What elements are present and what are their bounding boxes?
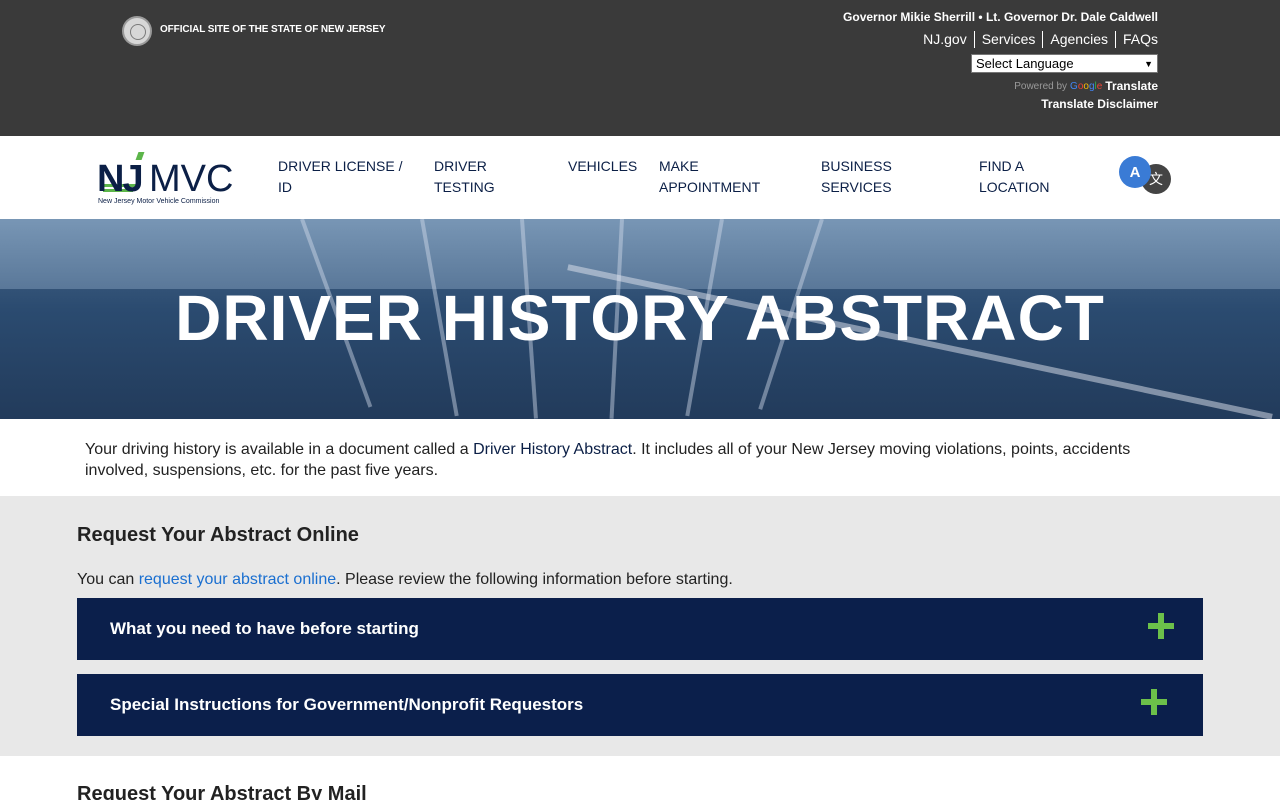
logo-mvc-text: MVC [149, 158, 234, 200]
nav-find-location[interactable]: Find A Location [979, 156, 1050, 198]
official-site-label: OFFICIAL SITE OF THE STATE OF NEW JERSEY [160, 24, 386, 35]
accordion-special-instructions[interactable]: Special Instructions for Government/Nonp… [77, 674, 1203, 736]
nj-seal-icon [122, 16, 152, 46]
accordion-label: What you need to have before starting [110, 619, 419, 638]
njmvc-logo[interactable]: NJ MVC New Jersey Motor Vehicle Commissi… [97, 146, 247, 210]
nav-label-line2: Testing [434, 179, 495, 195]
online-text: You can [77, 571, 139, 588]
nav-driver-testing[interactable]: Driver Testing [434, 156, 495, 198]
chevron-down-icon: ▼ [1144, 58, 1153, 69]
logo-subtitle: New Jersey Motor Vehicle Commission [98, 198, 220, 205]
translate-link[interactable]: Translate [1105, 79, 1158, 93]
utility-links: NJ.gov Services Agencies FAQs [916, 31, 1158, 48]
nav-make-appointment[interactable]: Make Appointment [659, 156, 760, 198]
plus-icon [1141, 689, 1167, 715]
link-faqs[interactable]: FAQs [1116, 31, 1158, 48]
intro-paragraph: Your driving history is available in a d… [85, 439, 1195, 481]
nav-label-line2: Services [821, 179, 892, 195]
request-abstract-online-link[interactable]: request your abstract online [139, 571, 336, 588]
state-header-bar: OFFICIAL SITE OF THE STATE OF NEW JERSEY… [0, 0, 1280, 136]
nav-vehicles[interactable]: Vehicles [568, 156, 637, 177]
translate-disclaimer-link[interactable]: Translate Disclaimer [1041, 97, 1158, 111]
link-services[interactable]: Services [975, 31, 1044, 48]
driver-history-abstract-link[interactable]: Driver History Abstract [473, 441, 632, 458]
intro-text: Your driving history is available in a d… [85, 441, 474, 458]
online-section-title: Request Your Abstract Online [77, 524, 359, 546]
online-request-section: Request Your Abstract Online You can req… [0, 496, 1280, 756]
page-title: DRIVER HISTORY ABSTRACT [175, 282, 1105, 354]
mail-section-title: Request Your Abstract By Mail [77, 783, 367, 800]
link-agencies[interactable]: Agencies [1043, 31, 1116, 48]
link-njgov[interactable]: NJ.gov [916, 31, 975, 48]
nav-label-line1: Vehicles [568, 158, 638, 174]
hero-banner: DRIVER HISTORY ABSTRACT [0, 219, 1280, 419]
google-logo: Google [1070, 80, 1103, 92]
online-section-text: You can request your abstract online. Pl… [77, 571, 733, 589]
nav-label-line1: Business [821, 158, 892, 174]
nav-label-line1: Driver License / [278, 158, 403, 174]
logo-nj-text: NJ [97, 158, 144, 200]
governor-line: Governor Mikie Sherrill • Lt. Governor D… [843, 10, 1158, 24]
nav-label-line2: Appointment [659, 179, 761, 195]
nav-label-line1: Make [659, 158, 699, 174]
nav-business-services[interactable]: Business Services [821, 156, 892, 198]
powered-by-google: Powered by Google Translate [1014, 79, 1158, 93]
accordion-label: Special Instructions for Government/Nonp… [110, 695, 584, 714]
powered-by-label: Powered by [1014, 80, 1068, 92]
nav-label-line2: Location [979, 179, 1050, 195]
online-text: . Please review the following informatio… [336, 571, 733, 588]
language-select-value: Select Language [976, 56, 1074, 71]
nav-label-line1: Driver [434, 158, 487, 174]
language-translate-icon[interactable]: 文 A [1119, 156, 1173, 198]
nav-label-line1: Find A [979, 158, 1025, 174]
plus-icon [1148, 613, 1174, 639]
language-select[interactable]: Select Language ▼ [971, 54, 1158, 73]
nav-driver-license[interactable]: Driver License / ID [278, 156, 402, 198]
accordion-what-you-need[interactable]: What you need to have before starting [77, 598, 1203, 660]
main-nav: NJ MVC New Jersey Motor Vehicle Commissi… [0, 136, 1280, 219]
letter-a-bubble-icon: A [1119, 156, 1151, 188]
nav-label-line2: ID [278, 179, 292, 195]
